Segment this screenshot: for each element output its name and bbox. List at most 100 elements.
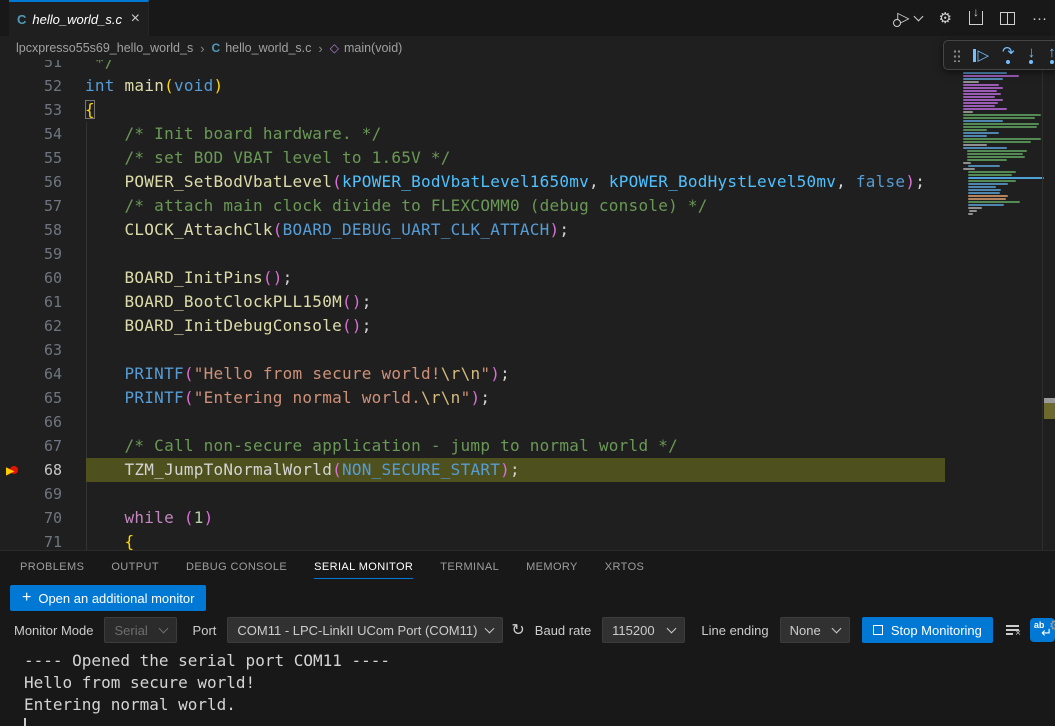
monitor-mode-label: Monitor Mode <box>14 623 93 638</box>
line-ending-label: Line ending <box>701 623 768 638</box>
split-editor-icon <box>1000 12 1015 25</box>
breadcrumb-item[interactable]: lpcxpresso55s69_hello_world_s <box>16 41 193 55</box>
refresh-ports-icon[interactable]: ↻ <box>511 620 524 640</box>
minimap[interactable] <box>963 72 1043 550</box>
bottom-panel: PROBLEMS OUTPUT DEBUG CONSOLE SERIAL MONITO… <box>0 550 1055 726</box>
clear-output-icon[interactable]: × <box>1006 624 1019 636</box>
line-number: 58 <box>0 218 62 242</box>
run-or-debug-button[interactable]: ▷ <box>897 8 921 28</box>
panel-tab-terminal[interactable]: TERMINAL <box>440 554 499 579</box>
step-over-icon: ↷ <box>1002 46 1015 59</box>
code-text: BOARD_BootClockPLL150M(); <box>85 290 372 314</box>
code-text: /* set BOD VBAT level to 1.65V */ <box>85 146 451 170</box>
settings-button[interactable]: ⚙ <box>939 9 952 27</box>
code-line-52[interactable]: 52int main(void) <box>0 74 1055 98</box>
code-line-68[interactable]: ▶68 TZM_JumpToNormalWorld(NON_SECURE_STA… <box>0 458 1055 482</box>
panel-tab-xrtos[interactable]: XRTOS <box>605 554 645 579</box>
code-line-53[interactable]: 53{ <box>0 98 1055 122</box>
continue-button[interactable]: ▷ <box>973 49 989 62</box>
code-text: while (1) <box>85 506 214 530</box>
debug-toolbar: ▷ ↷ ↓ ↑ <box>943 40 1055 70</box>
download-icon <box>969 11 983 25</box>
line-number: 67 <box>0 434 62 458</box>
code-text: /* Call non-secure application - jump to… <box>85 434 678 458</box>
step-over-button[interactable]: ↷ <box>1002 46 1015 64</box>
chevron-down-icon <box>485 623 495 633</box>
baud-rate-select[interactable]: 115200 <box>602 617 685 643</box>
download-button[interactable] <box>969 11 983 25</box>
code-text: int main(void) <box>85 74 223 98</box>
tab-label: hello_world_s.c <box>32 12 122 27</box>
plus-icon: + <box>22 591 31 605</box>
ellipsis-icon: ··· <box>1032 10 1047 27</box>
panel-tab-memory[interactable]: MEMORY <box>526 554 578 579</box>
serial-output-terminal[interactable]: ---- Opened the serial port COM11 ----He… <box>0 647 1055 726</box>
step-out-icon: ↑ <box>1048 46 1055 59</box>
stop-monitoring-button[interactable]: Stop Monitoring <box>862 617 993 643</box>
line-number: 66 <box>0 410 62 434</box>
line-number: 54 <box>0 122 62 146</box>
code-line-61[interactable]: 61 BOARD_BootClockPLL150M(); <box>0 290 1055 314</box>
line-number: 68 <box>0 458 62 482</box>
tab-hello-world-s-c[interactable]: C hello_world_s.c × <box>9 0 149 36</box>
code-line-51[interactable]: 51 */ <box>0 60 1055 74</box>
port-label: Port <box>193 623 217 638</box>
step-into-button[interactable]: ↓ <box>1028 46 1036 64</box>
c-file-icon: C <box>17 12 26 27</box>
code-line-60[interactable]: 60 BOARD_InitPins(); <box>0 266 1055 290</box>
port-select[interactable]: COM11 - LPC-LinkII UCom Port (COM11) <box>227 617 503 643</box>
breadcrumb: lpcxpresso55s69_hello_world_s›Chello_wor… <box>0 36 1055 60</box>
overview-ruler-debug-line-marker[interactable] <box>1044 403 1055 419</box>
panel-tab-output[interactable]: OUTPUT <box>111 554 159 579</box>
panel-tab-bar: PROBLEMS OUTPUT DEBUG CONSOLE SERIAL MONITO… <box>20 551 644 581</box>
chevron-down-icon <box>913 11 923 21</box>
line-number: 61 <box>0 290 62 314</box>
code-line-69[interactable]: 69 <box>0 482 1055 506</box>
line-ending-select[interactable]: None <box>780 617 850 643</box>
monitor-mode-select[interactable]: Serial <box>104 617 176 643</box>
code-line-63[interactable]: 63 <box>0 338 1055 362</box>
code-line-65[interactable]: 65 PRINTF("Entering normal world.\r\n"); <box>0 386 1055 410</box>
serial-output-line: Hello from secure world! <box>24 672 1055 694</box>
serial-monitor-controls: Monitor Mode Serial Port COM11 - LPC-Lin… <box>0 615 1055 645</box>
editor-tab-bar: C hello_world_s.c × ▷ ⚙ ··· <box>0 0 1055 36</box>
code-line-71[interactable]: 71 { <box>0 530 1055 550</box>
code-line-64[interactable]: 64 PRINTF("Hello from secure world!\r\n"… <box>0 362 1055 386</box>
code-text: { <box>85 530 134 550</box>
code-text: PRINTF("Entering normal world.\r\n"); <box>85 386 490 410</box>
gear-icon: ⚙ <box>939 9 952 27</box>
chevron-down-icon <box>158 623 168 633</box>
line-number: 71 <box>0 530 62 550</box>
symbol-method-icon: ◇ <box>330 41 339 55</box>
code-editor[interactable]: 51 */52int main(void)53{54 /* Init board… <box>0 60 1055 550</box>
code-line-56[interactable]: 56 POWER_SetBodVbatLevel(kPOWER_BodVbatL… <box>0 170 1055 194</box>
code-line-54[interactable]: 54 /* Init board hardware. */ <box>0 122 1055 146</box>
drag-handle-icon[interactable] <box>953 49 960 62</box>
terminal-cursor <box>24 718 26 726</box>
line-number: 59 <box>0 242 62 266</box>
split-editor-button[interactable] <box>1000 12 1015 25</box>
clipped-action-icon[interactable]: ⚙ <box>1049 617 1055 641</box>
code-line-67[interactable]: 67 /* Call non-secure application - jump… <box>0 434 1055 458</box>
close-icon[interactable]: × <box>131 12 140 26</box>
panel-tab-problems[interactable]: PROBLEMS <box>20 554 84 579</box>
code-line-59[interactable]: 59 <box>0 242 1055 266</box>
code-text: CLOCK_AttachClk(BOARD_DEBUG_UART_CLK_ATT… <box>85 218 569 242</box>
code-line-62[interactable]: 62 BOARD_InitDebugConsole(); <box>0 314 1055 338</box>
step-out-button[interactable]: ↑ <box>1048 46 1055 64</box>
c-file-icon: C <box>212 41 221 55</box>
code-line-70[interactable]: 70 while (1) <box>0 506 1055 530</box>
code-line-55[interactable]: 55 /* set BOD VBAT level to 1.65V */ <box>0 146 1055 170</box>
breadcrumb-item[interactable]: Chello_world_s.c <box>212 41 312 55</box>
panel-tab-debug-console[interactable]: DEBUG CONSOLE <box>186 554 287 579</box>
code-line-66[interactable]: 66 <box>0 410 1055 434</box>
open-additional-monitor-button[interactable]: + Open an additional monitor <box>10 585 206 611</box>
panel-tab-serial-monitor[interactable]: SERIAL MONITOR <box>314 554 413 579</box>
code-text: /* Init board hardware. */ <box>85 122 381 146</box>
chevron-down-icon <box>831 623 841 633</box>
breadcrumb-item[interactable]: ◇main(void) <box>330 41 403 55</box>
editor-actions: ▷ ⚙ ··· <box>897 0 1047 36</box>
more-actions-button[interactable]: ··· <box>1032 10 1047 27</box>
code-line-58[interactable]: 58 CLOCK_AttachClk(BOARD_DEBUG_UART_CLK_… <box>0 218 1055 242</box>
code-line-57[interactable]: 57 /* attach main clock divide to FLEXCO… <box>0 194 1055 218</box>
